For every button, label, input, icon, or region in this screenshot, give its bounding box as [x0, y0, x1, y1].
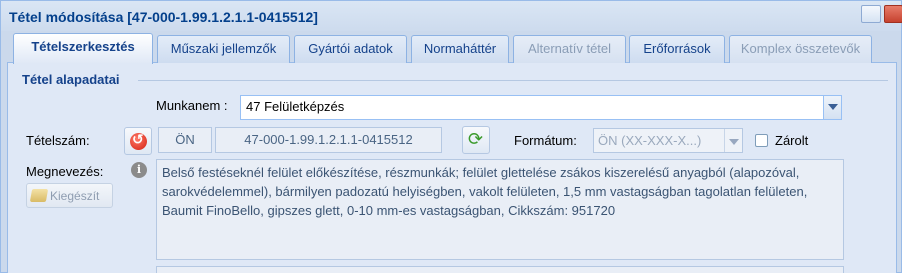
tetelszam-label: Tételszám: [26, 133, 90, 148]
close-icon[interactable] [884, 5, 902, 23]
tab-muszaki-jellemzok[interactable]: Műszaki jellemzők [157, 35, 290, 63]
tab-gyartoi-adatok[interactable]: Gyártói adatok [294, 35, 407, 63]
edit-icon [29, 189, 49, 202]
munkanem-combo[interactable]: 47 Felületképzés [240, 95, 842, 120]
reset-number-button[interactable] [124, 127, 152, 155]
formatum-combo: ÖN (XX-XXX-X...) [593, 128, 743, 153]
tab-panel: Tétel alapadatai Munkanem : 47 Felületké… [7, 63, 897, 273]
tab-tetelszerkesztes[interactable]: Tételszerkesztés [13, 33, 153, 64]
undo-icon [130, 132, 147, 150]
tab-normahatter[interactable]: Normaháttér [411, 35, 509, 63]
section-divider [138, 80, 888, 81]
maximize-icon[interactable] [861, 5, 881, 23]
kiegeszit-button: Kiegészít [26, 183, 113, 208]
tetelszam-value: 47-000-1.99.1.2.1.1-0415512 [215, 127, 442, 153]
tetelszam-prefix: ÖN [158, 127, 212, 153]
zarolt-label: Zárolt [775, 133, 809, 148]
munkanem-value: 47 Felületképzés [246, 99, 345, 114]
formatum-label: Formátum: [514, 133, 577, 148]
zarolt-checkbox[interactable] [755, 134, 768, 147]
megnevezes-textarea[interactable]: Belső festéseknél felület előkészítése, … [156, 159, 844, 260]
window-title: Tétel módosítása [47-000-1.99.1.2.1.1-04… [9, 9, 318, 25]
tab-alternativ-tetel: Alternatív tétel [513, 35, 626, 63]
munkanem-label: Munkanem : [156, 98, 228, 113]
tab-bar: Tételszerkesztés Műszaki jellemzők Gyárt… [7, 33, 897, 64]
window-titlebar[interactable]: Tétel módosítása [47-000-1.99.1.2.1.1-04… [1, 1, 902, 31]
formatum-value: ÖN (XX-XXX-X...) [598, 133, 702, 148]
tab-eroforrasok[interactable]: Erőforrások [629, 35, 725, 63]
refresh-icon: ⟳ [468, 129, 484, 150]
kiegeszit-label: Kiegészít [50, 189, 100, 203]
chevron-down-icon[interactable] [823, 96, 841, 119]
edit-item-window: Tétel módosítása [47-000-1.99.1.2.1.1-04… [0, 0, 902, 273]
section-legend: Tétel alapadatai [22, 72, 120, 87]
megnevezes-label: Megnevezés: [26, 164, 104, 179]
refresh-number-button[interactable]: ⟳ [462, 126, 490, 154]
chevron-down-icon [724, 129, 742, 152]
secondary-textarea[interactable] [156, 266, 844, 273]
info-icon[interactable]: i [131, 162, 147, 178]
tab-komplex-osszetevok: Komplex összetevők [729, 35, 872, 63]
